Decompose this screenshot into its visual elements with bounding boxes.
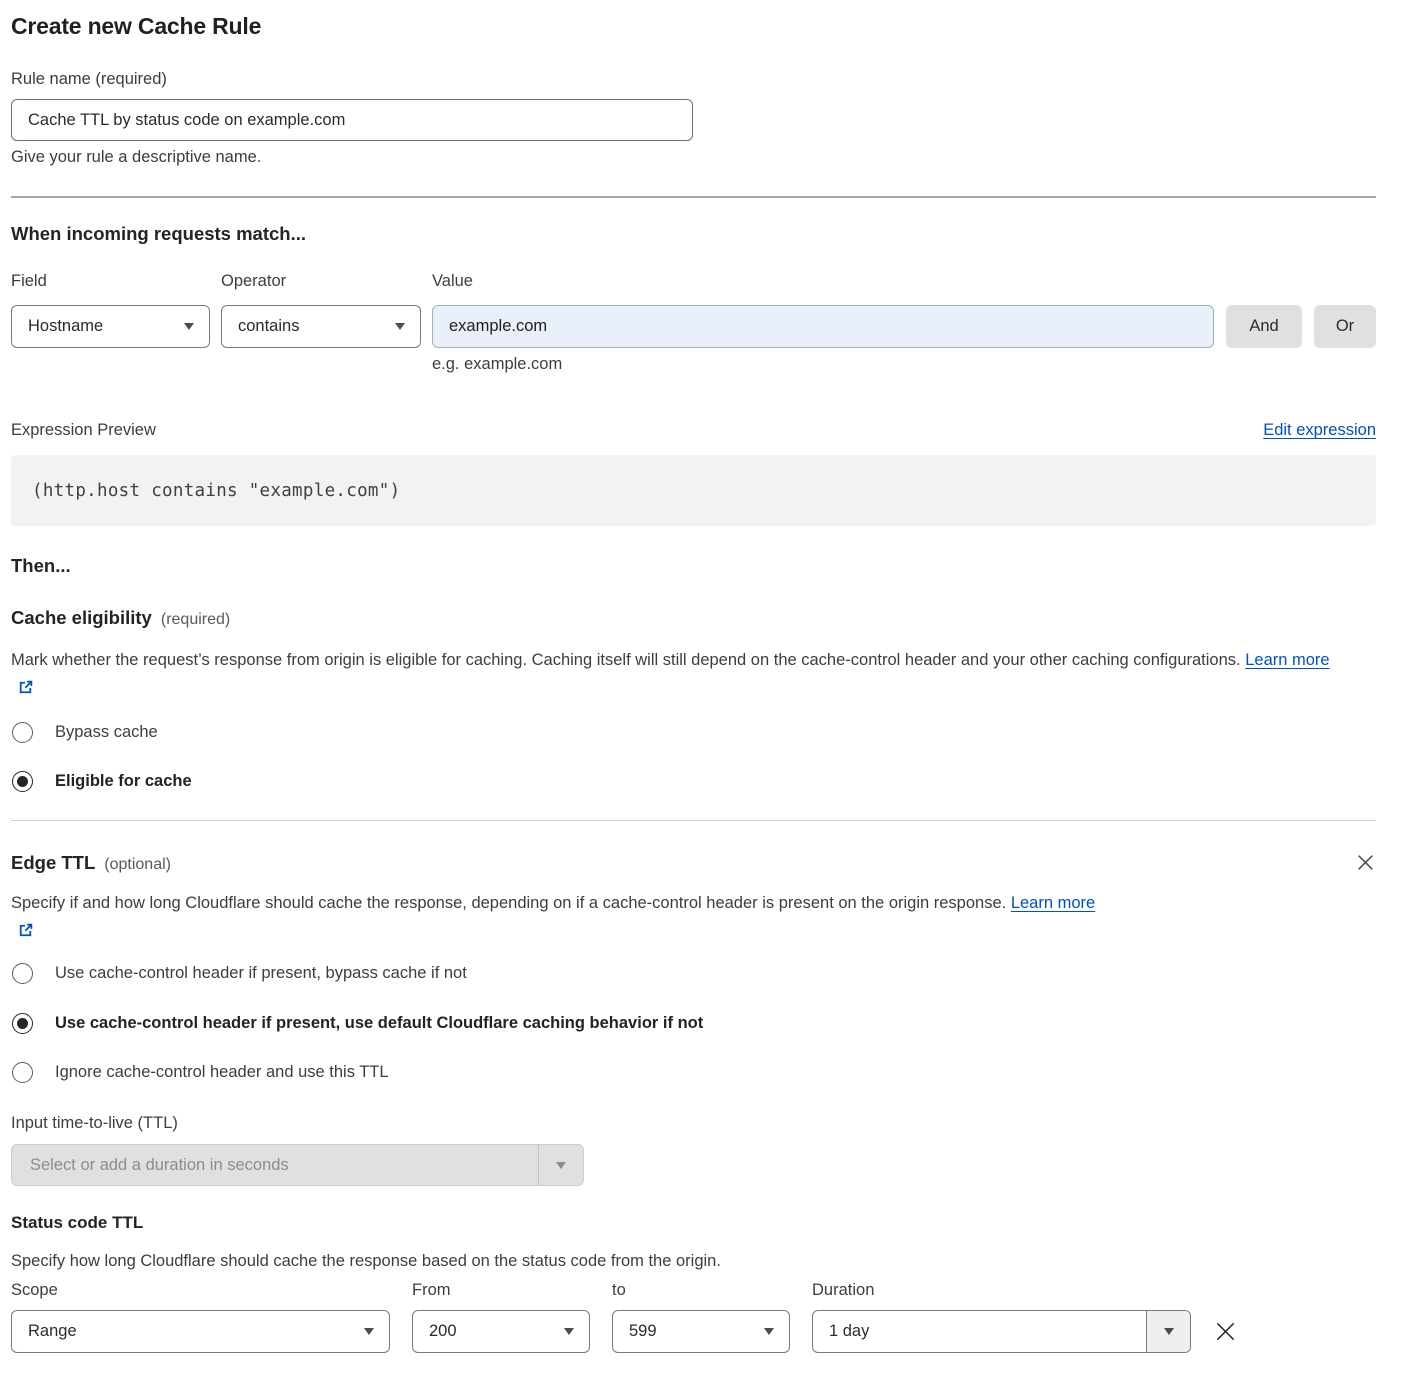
field-label: Field xyxy=(11,272,221,291)
close-icon xyxy=(1355,852,1376,873)
scope-column: Scope Range xyxy=(11,1281,390,1353)
status-code-ttl-row: Scope Range From 200 to 599 xyxy=(11,1281,1376,1353)
cache-eligibility-description: Mark whether the request’s response from… xyxy=(11,646,1351,702)
expression-preview-row: Expression Preview Edit expression xyxy=(11,421,1376,440)
chevron-down-icon xyxy=(395,323,405,330)
radio-option-use-header-default[interactable]: Use cache-control header if present, use… xyxy=(11,1013,1376,1034)
to-select-value: 599 xyxy=(629,1322,657,1341)
chevron-down-icon xyxy=(556,1162,566,1169)
operator-select[interactable]: contains xyxy=(221,305,421,348)
chevron-down-icon xyxy=(184,323,194,330)
radio-option-use-header-bypass[interactable]: Use cache-control header if present, byp… xyxy=(11,963,1376,984)
edge-ttl-title: Edge TTL xyxy=(11,852,95,874)
cache-eligibility-header: Cache eligibility (required) xyxy=(11,607,1376,629)
radio-label: Use cache-control header if present, byp… xyxy=(55,963,467,984)
section-divider xyxy=(11,196,1376,198)
external-link-icon xyxy=(17,679,34,696)
radio-dot xyxy=(17,776,28,787)
duration-label: Duration xyxy=(812,1281,1191,1300)
required-badge: (required) xyxy=(161,611,230,629)
chevron-down-icon xyxy=(364,1328,374,1335)
value-input[interactable] xyxy=(432,305,1214,348)
operator-select-value: contains xyxy=(238,317,299,336)
value-hint: e.g. example.com xyxy=(432,355,1376,374)
edge-ttl-titles: Edge TTL (optional) xyxy=(11,852,171,874)
to-select[interactable]: 599 xyxy=(612,1310,790,1353)
scope-select[interactable]: Range xyxy=(11,1310,390,1353)
scope-select-value: Range xyxy=(28,1322,77,1341)
then-heading: Then... xyxy=(11,555,1376,577)
radio-label: Bypass cache xyxy=(55,722,158,743)
match-row: Hostname contains And Or xyxy=(11,305,1376,348)
rule-name-label: Rule name (required) xyxy=(11,70,1376,89)
chevron-down-icon xyxy=(1164,1328,1174,1335)
radio-option-ignore-header[interactable]: Ignore cache-control header and use this… xyxy=(11,1062,1376,1083)
create-cache-rule-form: Create new Cache Rule Rule name (require… xyxy=(0,0,1412,1353)
radio-label: Ignore cache-control header and use this… xyxy=(55,1062,389,1083)
cache-eligibility-description-text: Mark whether the request’s response from… xyxy=(11,651,1241,669)
and-button[interactable]: And xyxy=(1226,305,1302,348)
field-select[interactable]: Hostname xyxy=(11,305,210,348)
expression-preview-label: Expression Preview xyxy=(11,421,156,440)
close-icon xyxy=(1213,1319,1238,1344)
rule-name-input[interactable] xyxy=(11,99,693,141)
duration-select[interactable]: 1 day xyxy=(812,1310,1191,1353)
match-heading: When incoming requests match... xyxy=(11,223,1376,245)
status-row-delete-button[interactable] xyxy=(1213,1319,1238,1344)
cache-eligibility-title: Cache eligibility xyxy=(11,607,152,629)
operator-label: Operator xyxy=(221,272,432,291)
expression-code-text: (http.host contains "example.com") xyxy=(32,481,400,501)
to-column: to 599 xyxy=(612,1281,790,1353)
radio-label: Eligible for cache xyxy=(55,771,192,792)
radio-button-selected[interactable] xyxy=(12,771,33,792)
duration-arrow-button[interactable] xyxy=(1146,1311,1190,1352)
status-code-ttl-description: Specify how long Cloudflare should cache… xyxy=(11,1251,1376,1271)
from-label: From xyxy=(412,1281,590,1300)
from-select-value: 200 xyxy=(429,1322,457,1341)
radio-label: Use cache-control header if present, use… xyxy=(55,1013,703,1034)
status-code-ttl-title: Status code TTL xyxy=(11,1212,1376,1233)
rule-name-help: Give your rule a descriptive name. xyxy=(11,148,1376,167)
chevron-down-icon xyxy=(764,1328,774,1335)
learn-more-link[interactable]: Learn more xyxy=(1011,894,1095,912)
radio-option-eligible-for-cache[interactable]: Eligible for cache xyxy=(11,771,1376,792)
edge-ttl-close-button[interactable] xyxy=(1355,852,1376,873)
edit-expression-link[interactable]: Edit expression xyxy=(1263,421,1376,440)
radio-button-unselected[interactable] xyxy=(12,1062,33,1083)
ttl-duration-arrow-button xyxy=(538,1145,583,1185)
optional-badge: (optional) xyxy=(104,856,171,874)
ttl-duration-select: Select or add a duration in seconds xyxy=(11,1144,584,1186)
edge-ttl-header: Edge TTL (optional) xyxy=(11,852,1376,874)
ttl-input-label: Input time-to-live (TTL) xyxy=(11,1114,1376,1133)
field-select-value: Hostname xyxy=(28,317,103,336)
to-label: to xyxy=(612,1281,790,1300)
radio-dot xyxy=(17,1018,28,1029)
or-button[interactable]: Or xyxy=(1314,305,1376,348)
section-divider xyxy=(11,820,1376,821)
page-title: Create new Cache Rule xyxy=(11,12,1376,40)
match-labels-row: Field Operator Value xyxy=(11,272,1376,291)
radio-button-selected[interactable] xyxy=(12,1013,33,1034)
from-column: From 200 xyxy=(412,1281,590,1353)
value-label: Value xyxy=(432,272,473,291)
radio-button-unselected[interactable] xyxy=(12,963,33,984)
learn-more-link[interactable]: Learn more xyxy=(1245,651,1329,669)
chevron-down-icon xyxy=(564,1328,574,1335)
edge-ttl-description: Specify if and how long Cloudflare shoul… xyxy=(11,889,1111,945)
from-select[interactable]: 200 xyxy=(412,1310,590,1353)
duration-column: Duration 1 day xyxy=(812,1281,1191,1353)
duration-select-value: 1 day xyxy=(813,1311,1146,1352)
radio-option-bypass-cache[interactable]: Bypass cache xyxy=(11,722,1376,743)
scope-label: Scope xyxy=(11,1281,390,1300)
radio-button-unselected[interactable] xyxy=(12,722,33,743)
external-link-icon xyxy=(17,922,34,939)
ttl-duration-placeholder: Select or add a duration in seconds xyxy=(12,1145,538,1185)
form-inner: Create new Cache Rule Rule name (require… xyxy=(11,12,1376,1353)
edge-ttl-description-text: Specify if and how long Cloudflare shoul… xyxy=(11,894,1006,912)
expression-preview-code: (http.host contains "example.com") xyxy=(11,455,1376,526)
